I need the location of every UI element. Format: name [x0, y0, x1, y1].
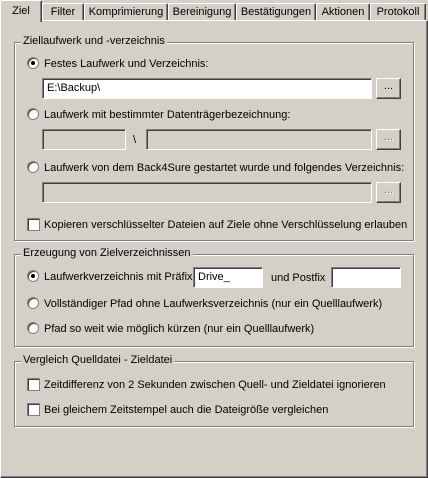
tab-label: Protokoll — [376, 6, 420, 18]
volume-separator: \ — [133, 134, 137, 146]
radio-indicator — [27, 108, 39, 120]
copy-encrypted-label: Kopieren verschlüsselter Dateien auf Zie… — [44, 219, 408, 231]
fixed-path-browse-button[interactable]: ... — [376, 78, 401, 99]
tab-label: Aktionen — [321, 6, 365, 18]
start-drive-browse-button[interactable]: ... — [376, 182, 401, 203]
postfix-label: und Postfix — [271, 272, 326, 284]
volume-path-input[interactable] — [146, 129, 372, 150]
radio-selected-indicator — [27, 57, 39, 69]
full-path-label: Vollständiger Pfad ohne Laufwerksverzeic… — [44, 298, 383, 310]
tab-strip: Ziel Filter Komprimierung Bereinigung Be… — [0, 0, 428, 22]
compare-group-title: Vergleich Quelldatei - Zieldatei — [21, 354, 175, 366]
start-drive-label: Laufwerk von dem Back4Sure gestartet wur… — [44, 162, 405, 174]
tab-label: Filter — [50, 6, 76, 18]
checkbox-indicator — [27, 378, 40, 391]
volume-label-text: Laufwerk mit bestimmter Datenträgerbezei… — [44, 109, 291, 121]
tab-filter[interactable]: Filter — [42, 3, 84, 20]
shorten-path-label: Pfad so weit wie möglich kürzen (nur ein… — [44, 323, 315, 335]
checkbox-indicator — [27, 403, 40, 416]
compare-group: Vergleich Quelldatei - Zieldatei — [14, 354, 414, 427]
fixed-drive-label: Festes Laufwerk und Verzeichnis: — [44, 58, 209, 70]
tab-label: Bereinigung — [172, 6, 232, 18]
checkbox-indicator — [27, 218, 40, 231]
dirs-group-title: Erzeugung von Zielverzeichnissen — [21, 247, 193, 259]
ignore-2s-label: Zeitdifferenz von 2 Sekunden zwischen Qu… — [44, 379, 386, 391]
tab-ziel[interactable]: Ziel — [0, 0, 42, 22]
tab-label: Bestätigungen — [240, 6, 312, 18]
tab-label: Ziel — [12, 5, 30, 17]
radio-indicator — [27, 322, 39, 334]
tab-bereinigung[interactable]: Bereinigung — [168, 3, 236, 20]
tab-bestaetigungen[interactable]: Bestätigungen — [236, 3, 316, 20]
compare-size-label: Bei gleichem Zeitstempel auch die Dateig… — [44, 404, 329, 416]
radio-indicator — [27, 161, 39, 173]
prefix-label: Laufwerkverzeichnis mit Präfix — [44, 271, 193, 283]
volume-path-browse-button[interactable]: ... — [376, 129, 401, 150]
prefix-input[interactable]: Drive_ — [193, 267, 263, 288]
postfix-input[interactable] — [331, 267, 401, 288]
tab-aktionen[interactable]: Aktionen — [316, 3, 370, 20]
tab-label: Komprimierung — [88, 6, 164, 18]
volume-name-input[interactable] — [42, 129, 126, 150]
target-group-title: Ziellaufwerk und -verzeichnis — [21, 35, 167, 47]
tab-protokoll[interactable]: Protokoll — [370, 3, 426, 20]
tab-komprimierung[interactable]: Komprimierung — [84, 3, 168, 20]
radio-indicator — [27, 297, 39, 309]
fixed-path-input[interactable]: E:\Backup\ — [42, 78, 372, 99]
radio-selected-indicator — [27, 270, 39, 282]
start-drive-path-input[interactable] — [42, 182, 372, 203]
